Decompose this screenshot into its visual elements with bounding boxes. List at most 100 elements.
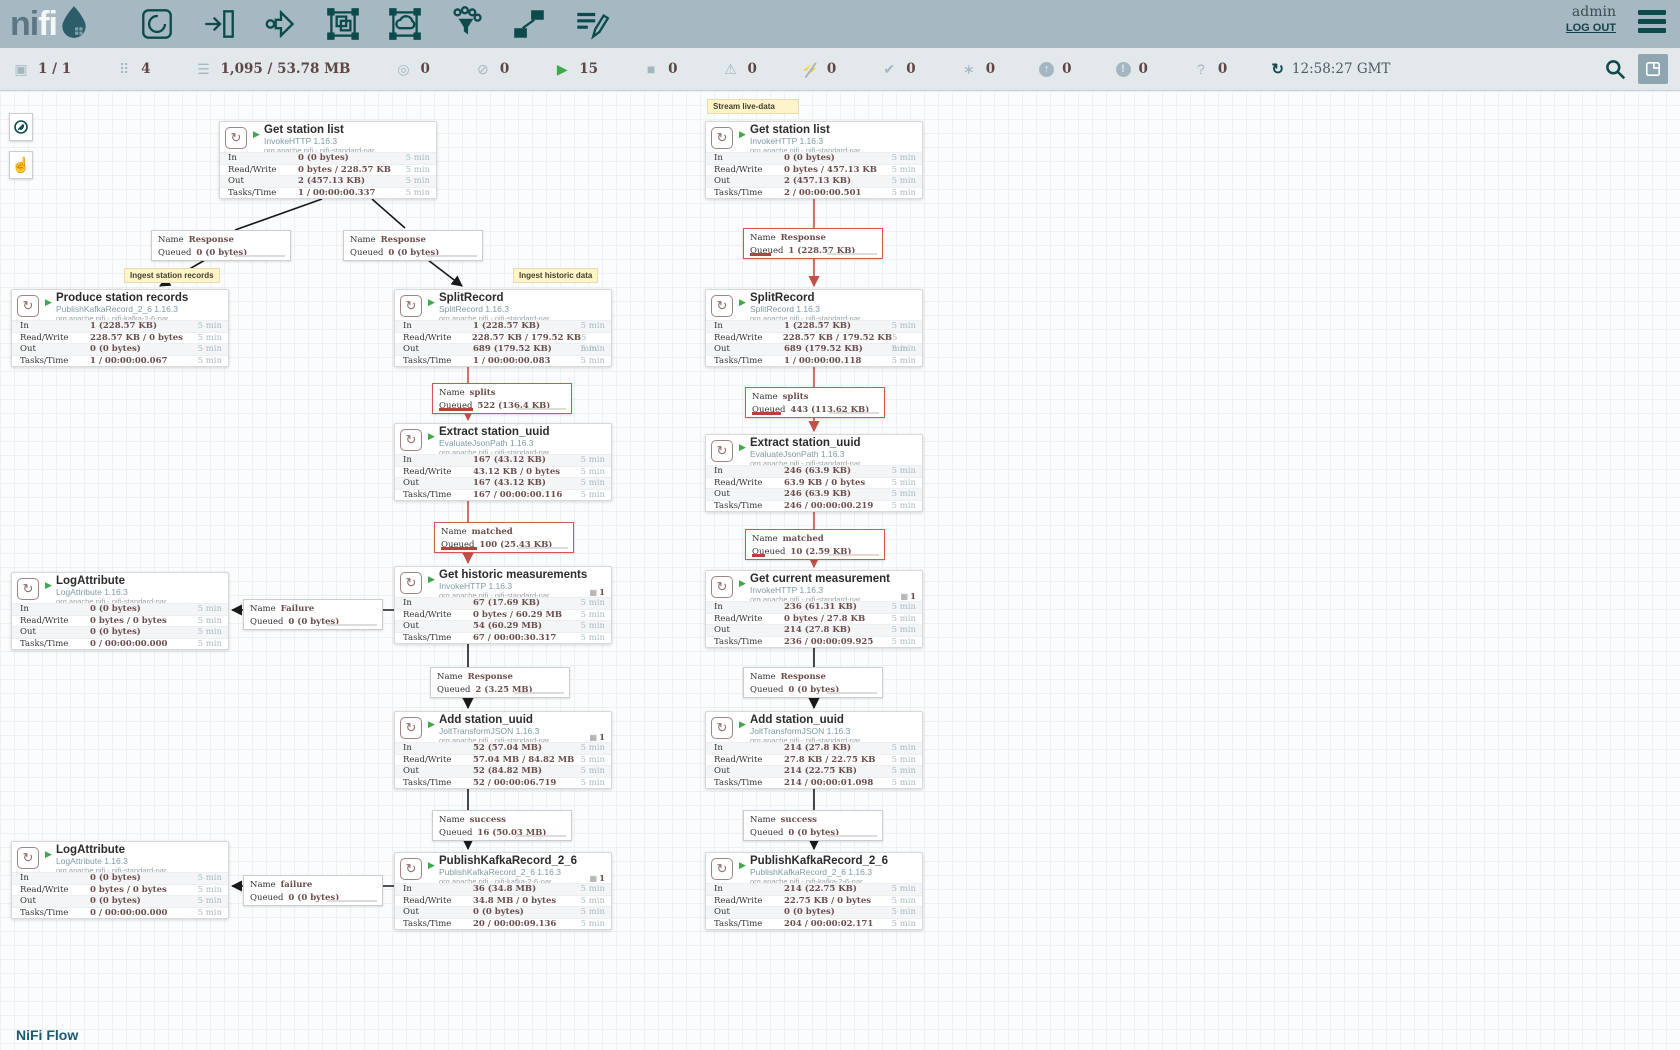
stat-label: Read/Write	[12, 333, 90, 344]
input-port-icon[interactable]	[199, 4, 239, 44]
stat-value: 167 (43.12 KB)	[473, 478, 546, 489]
remote-process-group-icon[interactable]	[385, 4, 425, 44]
stat-window: 5 min	[892, 625, 922, 636]
processor-get-historic-measurements[interactable]: ↻▶Get historic measurementsInvokeHTTP 1.…	[394, 566, 612, 644]
stat-window: 5 min	[198, 604, 228, 615]
stat-label: Read/Write	[395, 610, 473, 621]
connection-response-live-lower[interactable]: NameResponseQueued0 (0 bytes)	[743, 667, 883, 698]
funnel-icon[interactable]	[447, 4, 487, 44]
stat-label: In	[395, 321, 473, 332]
stat-window: 5 min	[581, 884, 611, 895]
connection-success-historic[interactable]: NamesuccessQueued16 (50.03 MB)	[432, 810, 572, 841]
connection-failure-upper[interactable]: NameFailureQueued0 (0 bytes)	[243, 599, 383, 630]
processor-type-icon: ↻	[17, 578, 39, 600]
processor-icon[interactable]	[137, 4, 177, 44]
processor-log-attribute-lower[interactable]: ↻▶LogAttributeLogAttribute 1.16.3org.apa…	[11, 841, 229, 919]
stat-label: Read/Write	[395, 755, 473, 766]
processor-extract-station-uuid-historic[interactable]: ↻▶Extract station_uuidEvaluateJsonPath 1…	[394, 423, 612, 501]
connection-response-historic-lower[interactable]: NameResponseQueued2 (3.25 MB)	[430, 667, 570, 698]
processor-type-icon: ↻	[711, 440, 733, 462]
flow-label[interactable]: Ingest historic data	[513, 268, 598, 283]
stat-window: 5 min	[892, 896, 922, 907]
stat-value: 1 (228.57 KB)	[90, 321, 157, 332]
stat-label: Out	[395, 907, 473, 918]
connection-success-live[interactable]: NamesuccessQueued0 (0 bytes)	[743, 810, 883, 841]
navigate-compass-button[interactable]	[9, 113, 33, 141]
running-indicator-icon: ▶	[428, 297, 435, 308]
refresh-icon[interactable]: ↻	[1271, 60, 1284, 78]
global-menu-button[interactable]	[1638, 10, 1666, 37]
last-refresh[interactable]: ↻ 12:58:27 GMT	[1271, 60, 1390, 78]
stat-window: 5 min	[581, 455, 611, 466]
processor-split-record-historic[interactable]: ↻▶SplitRecordSplitRecord 1.16.3org.apach…	[394, 289, 612, 367]
status-cluster: ▣1 / 1	[12, 61, 71, 78]
queue-percent-bar	[516, 408, 566, 410]
stat-row: Read/Write22.75 KB / 0 bytes5 min	[706, 895, 922, 907]
processor-log-attribute-upper[interactable]: ↻▶LogAttributeLogAttribute 1.16.3org.apa…	[11, 572, 229, 650]
stat-value: 43.12 KB / 0 bytes	[473, 467, 560, 478]
flow-label[interactable]: Stream live-data	[707, 99, 799, 114]
running-indicator-icon: ▶	[739, 578, 746, 589]
stat-label: Out	[706, 176, 784, 187]
stat-label: Read/Write	[706, 755, 784, 766]
status-value: 0	[500, 61, 509, 77]
stat-window: 5 min	[892, 501, 922, 512]
stat-row: Out2 (457.13 KB)5 min	[706, 175, 922, 187]
connection-splits-live[interactable]: NamesplitsQueued443 (113.62 KB)	[745, 387, 885, 418]
stat-value: 228.57 KB / 179.52 KB	[472, 333, 581, 344]
stat-row: Tasks/Time67 / 00:00:30.3175 min	[395, 632, 611, 644]
label-icon[interactable]	[571, 4, 611, 44]
connection-response-to-produce[interactable]: NameResponseQueued0 (0 bytes)	[151, 230, 291, 261]
flow-label[interactable]: Ingest station records	[124, 268, 220, 283]
stat-value: 0 (0 bytes)	[90, 604, 141, 615]
stat-window: 5 min	[892, 907, 922, 918]
processor-get-current-measurement[interactable]: ↻▶Get current measurementInvokeHTTP 1.16…	[705, 570, 923, 648]
status-running: ▶15	[553, 61, 598, 78]
connection-matched-live[interactable]: NamematchedQueued10 (2.59 KB)	[745, 529, 885, 560]
processor-type-icon: ↻	[400, 717, 422, 739]
locally-modified-icon: ∗	[960, 61, 978, 78]
stat-value: 1 / 00:00:00.067	[90, 356, 167, 367]
logout-link[interactable]: LOG OUT	[1566, 22, 1616, 34]
queue-percent-bar	[518, 547, 568, 549]
stat-window: 5 min	[892, 743, 922, 754]
processor-type-icon: ↻	[711, 576, 733, 598]
stat-row: Read/Write0 bytes / 27.8 KB5 min	[706, 613, 922, 625]
app-header: nifi admin LOG OUT	[0, 0, 1680, 48]
stat-window: 5 min	[581, 333, 611, 344]
processor-get-station-list-historic[interactable]: ↻▶Get station listInvokeHTTP 1.16.3org.a…	[219, 121, 437, 199]
processor-add-station-uuid-live[interactable]: ↻▶Add station_uuidJoltTransformJSON 1.16…	[705, 711, 923, 789]
breadcrumb[interactable]: NiFi Flow	[16, 1027, 78, 1043]
stat-row: Read/Write228.57 KB / 179.52 KB5 min	[395, 332, 611, 344]
stat-value: 2 (457.13 KB)	[784, 176, 851, 187]
processor-publish-kafka-live[interactable]: ↻▶PublishKafkaRecord_2_6PublishKafkaReco…	[705, 852, 923, 930]
connection-response-to-split-live[interactable]: NameResponseQueued1 (228.57 KB)	[743, 228, 883, 259]
template-icon[interactable]	[509, 4, 549, 44]
connection-failure-lower[interactable]: NamefailureQueued0 (0 bytes)	[243, 875, 383, 906]
stat-row: Out214 (22.75 KB)5 min	[706, 765, 922, 777]
settings-panel-button[interactable]	[1638, 54, 1668, 84]
connection-matched-historic[interactable]: NamematchedQueued100 (25.43 KB)	[434, 522, 574, 553]
stat-value: 246 (63.9 KB)	[784, 466, 851, 477]
queue-percent-bar	[427, 255, 477, 257]
processor-produce-station-records[interactable]: ↻▶Produce station recordsPublishKafkaRec…	[11, 289, 229, 367]
processor-extract-station-uuid-live[interactable]: ↻▶Extract station_uuidEvaluateJsonPath 1…	[705, 434, 923, 512]
processor-split-record-live[interactable]: ↻▶SplitRecordSplitRecord 1.16.3org.apach…	[705, 289, 923, 367]
processor-publish-kafka-historic[interactable]: ↻▶PublishKafkaRecord_2_6PublishKafkaReco…	[394, 852, 612, 930]
output-port-icon[interactable]	[261, 4, 301, 44]
stat-value: 0 bytes / 0 bytes	[90, 616, 167, 627]
search-button[interactable]	[1604, 58, 1626, 80]
process-group-icon[interactable]	[323, 4, 363, 44]
processor-get-station-list-live[interactable]: ↻▶Get station listInvokeHTTP 1.16.3org.a…	[705, 121, 923, 199]
stat-label: Read/Write	[706, 896, 784, 907]
connection-response-to-split-historic[interactable]: NameResponseQueued0 (0 bytes)	[343, 230, 483, 261]
stat-row: Read/Write228.57 KB / 0 bytes5 min	[12, 332, 228, 344]
flow-canvas[interactable]: ☝ Stream live-data Ingest station records…	[0, 91, 1680, 1050]
processor-name: LogAttribute	[56, 842, 228, 857]
connection-splits-historic[interactable]: NamesplitsQueued522 (136.4 KB)	[432, 383, 572, 414]
hand-select-button[interactable]: ☝	[9, 151, 33, 179]
stat-label: Tasks/Time	[395, 919, 473, 930]
queue-percent-bar	[829, 412, 879, 414]
processor-add-station-uuid-historic[interactable]: ↻▶Add station_uuidJoltTransformJSON 1.16…	[394, 711, 612, 789]
processor-name: Produce station records	[56, 290, 228, 305]
